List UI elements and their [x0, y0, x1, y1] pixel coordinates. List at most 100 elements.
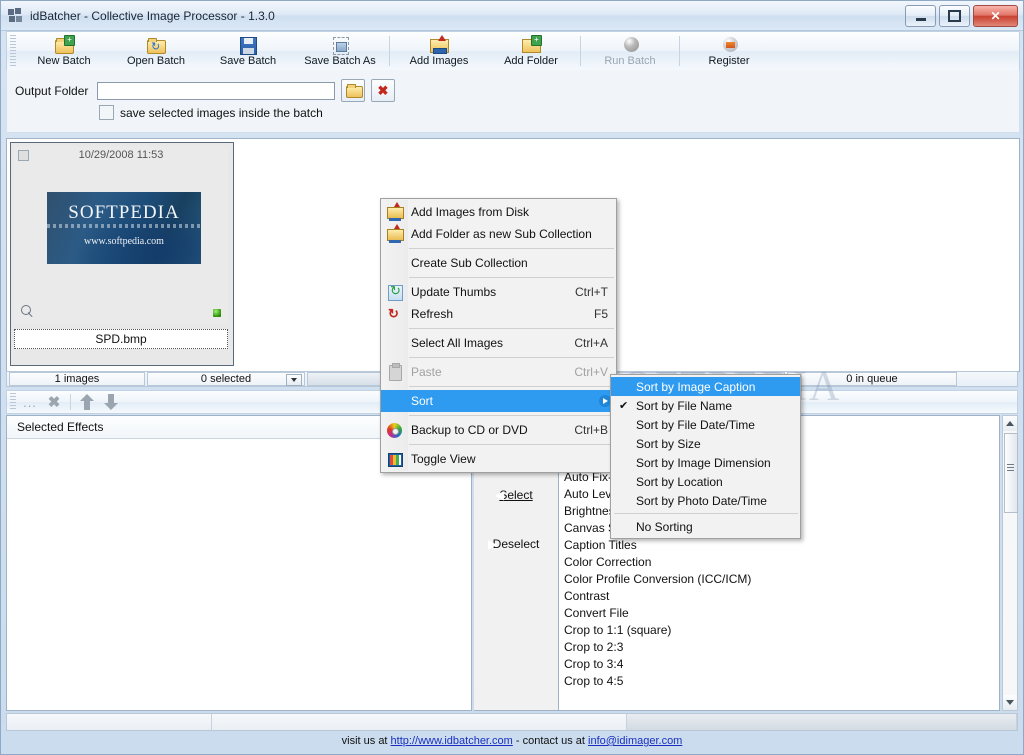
submenu-item-label: Sort by Size — [636, 436, 701, 451]
submenu-item-sort-by-image-caption[interactable]: Sort by Image Caption — [611, 377, 800, 396]
open-batch-label: Open Batch — [126, 54, 186, 67]
effect-options-button[interactable]: ... — [18, 391, 42, 413]
save-inside-batch-checkbox[interactable] — [99, 105, 114, 120]
save-batch-button[interactable]: Save Batch — [202, 32, 294, 70]
scroll-up-button[interactable] — [1003, 416, 1017, 431]
menu-item-toggle-view[interactable]: Toggle View — [381, 448, 616, 470]
status-pane-3 — [627, 714, 1017, 730]
list-item[interactable]: Crop to 4:5 — [564, 673, 999, 690]
list-item[interactable]: Crop to 3:4 — [564, 656, 999, 673]
remove-effect-button[interactable]: ✖ — [42, 391, 66, 413]
save-inside-batch-row[interactable]: save selected images inside the batch — [99, 105, 323, 120]
add-folder-button[interactable]: + Add Folder — [485, 32, 577, 70]
menu-item-paste[interactable]: Paste Ctrl+V — [381, 361, 616, 383]
thumbnail-item[interactable]: 10/29/2008 11:53 SOFTPEDIA www.softpedia… — [10, 142, 234, 366]
list-item[interactable]: Crop to 2:3 — [564, 639, 999, 656]
list-item[interactable]: Contrast — [564, 588, 999, 605]
list-item[interactable]: Convert File — [564, 605, 999, 622]
menu-item-sort[interactable]: Sort — [381, 390, 616, 412]
list-item[interactable]: Color Correction — [564, 554, 999, 571]
save-batch-icon — [238, 36, 258, 55]
selected-count-label: 0 selected — [200, 373, 252, 385]
register-button[interactable]: Register — [683, 32, 775, 70]
thumbnail-caption[interactable]: SPD.bmp — [14, 329, 228, 349]
red-x-icon: ✖ — [377, 83, 389, 98]
browse-folder-button[interactable] — [341, 79, 365, 102]
run-batch-button[interactable]: Run Batch — [584, 32, 676, 70]
website-link[interactable]: http://www.idbatcher.com — [391, 735, 513, 747]
new-batch-label: New Batch — [37, 54, 91, 67]
main-toolbar: + New Batch ↻ Open Batch Save Batch Save… — [6, 31, 1020, 71]
effects-vertical-scrollbar[interactable] — [1002, 415, 1018, 711]
list-item[interactable]: Color Profile Conversion (ICC/ICM) — [564, 571, 999, 588]
footer-links: visit us at http://www.idbatcher.com - c… — [6, 732, 1018, 750]
open-batch-button[interactable]: ↻ Open Batch — [110, 32, 202, 70]
submenu-item-sort-by-location[interactable]: Sort by Location — [611, 472, 800, 491]
add-images-button[interactable]: Add Images — [393, 32, 485, 70]
output-folder-panel: Output Folder ✖ save selected images ins… — [6, 70, 1020, 133]
save-batch-as-label: Save Batch As — [304, 54, 376, 67]
add-folder-sub-collection-icon — [387, 224, 404, 243]
app-icon — [8, 7, 24, 24]
move-effect-down-button[interactable] — [99, 391, 123, 413]
menu-item-create-sub-collection[interactable]: Create Sub Collection — [381, 252, 616, 274]
submenu-item-label: Sort by Image Dimension — [636, 455, 771, 470]
register-label: Register — [708, 54, 750, 67]
menu-item-add-folder-sub-collection[interactable]: Add Folder as new Sub Collection — [381, 223, 616, 245]
deselect-effect-button[interactable]: ▶ Deselect — [474, 537, 558, 551]
add-folder-label: Add Folder — [504, 54, 558, 67]
submenu-item-sort-by-file-name[interactable]: ✔ Sort by File Name — [611, 396, 800, 415]
menu-item-label: Toggle View — [411, 452, 476, 466]
sort-submenu: Sort by Image Caption ✔ Sort by File Nam… — [610, 374, 801, 539]
output-folder-input[interactable] — [97, 81, 335, 100]
email-link[interactable]: info@idimager.com — [588, 735, 682, 747]
submenu-item-label: Sort by Photo Date/Time — [636, 493, 767, 508]
menu-separator — [409, 415, 614, 416]
chevron-down-icon[interactable] — [286, 374, 302, 386]
menu-item-label: Add Images from Disk — [411, 205, 530, 219]
submenu-item-label: Sort by Location — [636, 474, 723, 489]
submenu-item-sort-by-image-dimension[interactable]: Sort by Image Dimension — [611, 453, 800, 472]
thumbnail-date: 10/29/2008 11:53 — [78, 149, 164, 161]
effects-toolbar-separator — [70, 394, 71, 410]
select-effect-button[interactable]: ◀ Select — [474, 488, 558, 502]
menu-item-refresh[interactable]: ↻ Refresh F5 — [381, 303, 616, 325]
output-folder-row: Output Folder ✖ — [15, 79, 395, 102]
magnifier-icon[interactable] — [21, 305, 34, 318]
effects-toolbar-grip[interactable] — [10, 392, 16, 411]
checkmark-icon: ✔ — [619, 400, 629, 412]
toolbar-grip[interactable] — [10, 35, 16, 67]
thumbnail-image-url: www.softpedia.com — [84, 236, 164, 247]
menu-item-backup-cd-dvd[interactable]: Backup to CD or DVD Ctrl+B — [381, 419, 616, 441]
output-folder-label: Output Folder — [15, 83, 89, 98]
list-item[interactable]: Caption Titles — [564, 537, 999, 554]
close-button[interactable]: ✕ — [973, 5, 1018, 27]
add-images-icon — [429, 34, 449, 54]
submenu-item-label: Sort by File Name — [636, 398, 733, 413]
menu-item-add-images-from-disk[interactable]: Add Images from Disk — [381, 201, 616, 223]
menu-separator — [409, 386, 614, 387]
selected-count-status[interactable]: 0 selected — [147, 372, 305, 386]
save-batch-as-button[interactable]: Save Batch As — [294, 32, 386, 70]
submenu-item-sort-by-size[interactable]: Sort by Size — [611, 434, 800, 453]
menu-separator — [409, 248, 614, 249]
submenu-item-sort-by-file-date-time[interactable]: Sort by File Date/Time — [611, 415, 800, 434]
scroll-down-button[interactable] — [1003, 695, 1017, 710]
new-batch-button[interactable]: + New Batch — [18, 32, 110, 70]
bottom-status-bar — [6, 713, 1018, 731]
menu-item-label: Select All Images — [411, 336, 504, 350]
maximize-button[interactable] — [939, 5, 970, 27]
menu-item-select-all-images[interactable]: Select All Images Ctrl+A — [381, 332, 616, 354]
menu-separator — [409, 444, 614, 445]
clear-output-folder-button[interactable]: ✖ — [371, 79, 395, 102]
submenu-item-no-sorting[interactable]: No Sorting — [611, 517, 800, 536]
minimize-button[interactable] — [905, 5, 936, 27]
save-inside-batch-label: save selected images inside the batch — [120, 105, 323, 120]
list-item[interactable]: Crop to 1:1 (square) — [564, 622, 999, 639]
context-menu: Add Images from Disk Add Folder as new S… — [380, 198, 617, 473]
move-effect-up-button[interactable] — [75, 391, 99, 413]
scrollbar-thumb[interactable] — [1004, 433, 1018, 513]
submenu-item-sort-by-photo-date-time[interactable]: Sort by Photo Date/Time — [611, 491, 800, 510]
menu-item-update-thumbs[interactable]: Update Thumbs Ctrl+T — [381, 281, 616, 303]
update-thumbs-icon — [387, 283, 403, 301]
